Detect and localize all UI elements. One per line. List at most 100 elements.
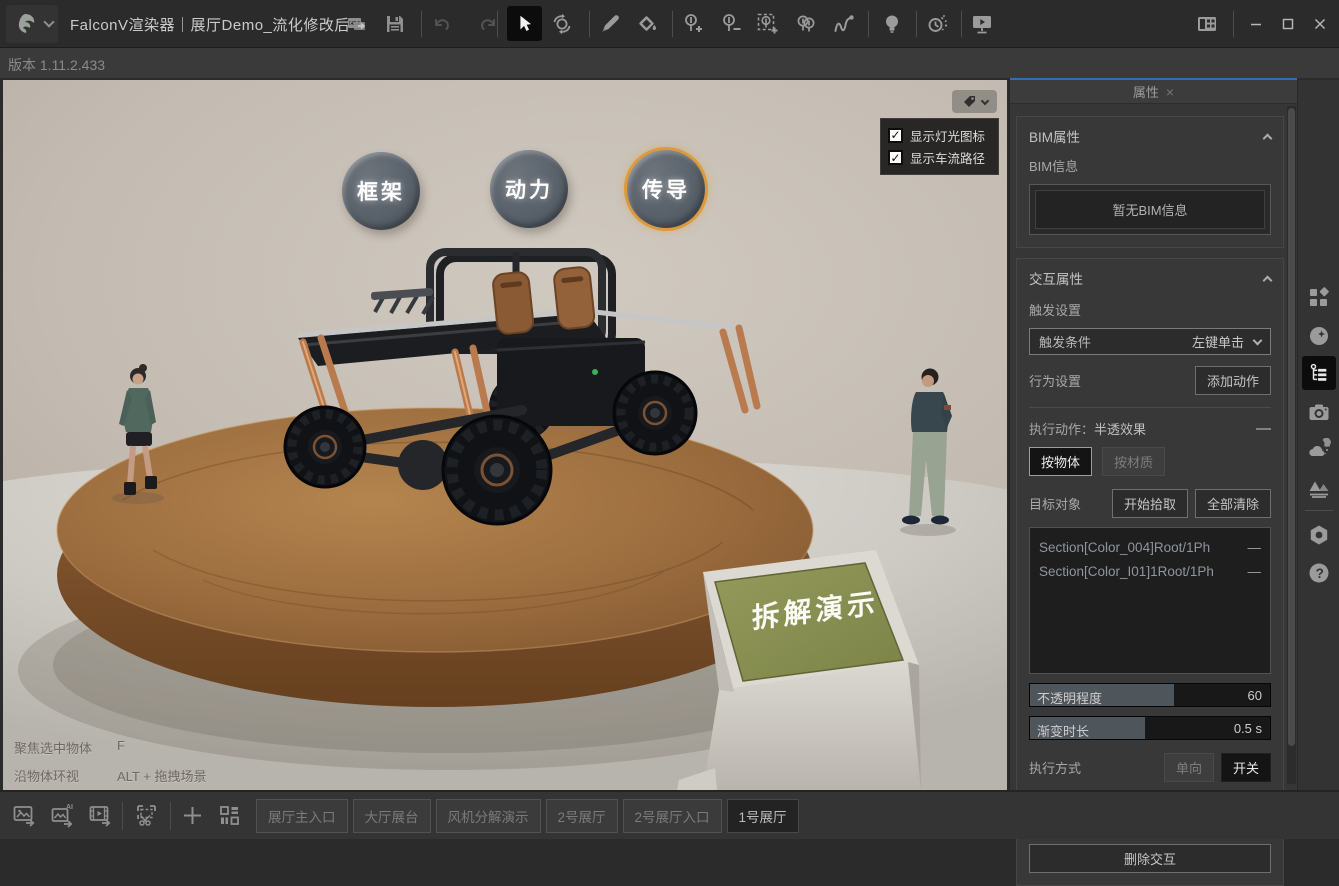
action-name: 半透效果 bbox=[1094, 422, 1146, 437]
clear-all-button[interactable]: 全部清除 bbox=[1195, 489, 1271, 518]
option-show-light-icons[interactable]: ✓ 显示灯光图标 bbox=[888, 126, 991, 145]
time-of-day-icon[interactable] bbox=[925, 12, 949, 36]
light-icon[interactable] bbox=[880, 12, 904, 36]
strip-divider bbox=[1305, 510, 1333, 511]
export-exe-icon[interactable]: EXE bbox=[345, 12, 369, 36]
save-icon[interactable] bbox=[383, 12, 407, 36]
toolbar-divider bbox=[589, 11, 590, 37]
export-image-icon[interactable] bbox=[12, 803, 37, 828]
presentation-icon[interactable] bbox=[970, 12, 994, 36]
bim-info-box: 暂无BIM信息 bbox=[1029, 184, 1271, 235]
collapse-chevron-icon[interactable] bbox=[1263, 275, 1273, 285]
tag-filter-button[interactable] bbox=[952, 90, 997, 113]
scene-outliner-button-active[interactable] bbox=[1302, 356, 1336, 390]
delete-interaction-button[interactable]: 删除交互 bbox=[1029, 844, 1271, 873]
vehicle-wheel bbox=[443, 416, 551, 524]
scrollbar-thumb[interactable] bbox=[1288, 108, 1295, 746]
mode-by-material-button[interactable]: 按材质 bbox=[1102, 447, 1165, 476]
remove-target-icon[interactable]: — bbox=[1248, 564, 1262, 579]
mode-by-object-button[interactable]: 按物体 bbox=[1029, 447, 1092, 476]
orbit-rotate-icon[interactable] bbox=[550, 12, 574, 36]
model-add-icon[interactable] bbox=[681, 12, 705, 36]
paint-bucket-icon[interactable] bbox=[635, 12, 659, 36]
toolbar-divider bbox=[1233, 11, 1234, 37]
trigger-condition-dropdown[interactable]: 触发条件 左键单击 bbox=[1029, 328, 1271, 355]
tab-close-icon[interactable]: × bbox=[1166, 84, 1174, 100]
view-button-fan-demo[interactable]: 风机分解演示 bbox=[436, 799, 541, 833]
model-batch-icon[interactable] bbox=[794, 12, 818, 36]
screenshot-crop-icon[interactable] bbox=[134, 803, 159, 828]
view-grid-icon[interactable] bbox=[217, 803, 242, 828]
select-tool-button[interactable] bbox=[507, 6, 542, 41]
target-list-item[interactable]: Section[Color_I01]1Root/1Ph — bbox=[1039, 559, 1261, 583]
tab-title: 属性 bbox=[1133, 82, 1159, 101]
collapse-action-button[interactable]: — bbox=[1256, 420, 1271, 437]
side-icon-strip: ? bbox=[1297, 80, 1339, 790]
collapse-chevron-icon[interactable] bbox=[1263, 133, 1273, 143]
target-list[interactable]: Section[Color_004]Root/1Ph — Section[Col… bbox=[1029, 527, 1271, 674]
opacity-slider[interactable]: 不透明程度 60 bbox=[1029, 683, 1271, 707]
viewport-3d[interactable]: 拆解演示 框架 动力 传导 ✓ 显示灯光图标 ✓ 显示车流路径 聚焦选中物体 F bbox=[3, 80, 1007, 790]
target-list-item[interactable]: Section[Color_004]Root/1Ph — bbox=[1039, 535, 1261, 559]
export-image-ai-icon[interactable]: AI bbox=[50, 803, 75, 828]
hint-action: 聚焦选中物体 bbox=[14, 738, 117, 757]
view-bookmark-bar: 展厅主入口 大厅展台 风机分解演示 2号展厅 2号展厅入口 1号展厅 bbox=[256, 799, 799, 833]
exec-toggle-button[interactable]: 开关 bbox=[1221, 753, 1271, 782]
bottom-bar: AI 展厅主入口 大厅展台 风机分解演示 2号展厅 2号展厅入口 1号展厅 bbox=[0, 790, 1339, 839]
add-action-button[interactable]: 添加动作 bbox=[1195, 366, 1271, 395]
checkbox-checked[interactable]: ✓ bbox=[888, 150, 903, 165]
view-button-hall2-entrance[interactable]: 2号展厅入口 bbox=[623, 799, 722, 833]
select-cursor-icon bbox=[514, 13, 536, 35]
section-title: BIM属性 bbox=[1029, 126, 1080, 146]
remove-target-icon[interactable]: — bbox=[1248, 540, 1262, 555]
maximize-button[interactable] bbox=[1274, 10, 1302, 38]
person-male[interactable] bbox=[900, 369, 956, 537]
settings-icon[interactable] bbox=[1307, 523, 1331, 547]
hotspot-label: 传导 bbox=[642, 174, 690, 204]
view-button-hall-stage[interactable]: 大厅展台 bbox=[353, 799, 431, 833]
option-show-traffic-path[interactable]: ✓ 显示车流路径 bbox=[888, 148, 991, 167]
view-button-hall2[interactable]: 2号展厅 bbox=[546, 799, 618, 833]
close-button[interactable] bbox=[1306, 10, 1334, 38]
toolbar-divider bbox=[961, 11, 962, 37]
help-icon[interactable]: ? bbox=[1307, 561, 1331, 585]
trigger-settings-label: 触发设置 bbox=[1029, 300, 1271, 319]
fade-duration-slider[interactable]: 渐变时长 0.5 s bbox=[1029, 716, 1271, 740]
bim-empty-text: 暂无BIM信息 bbox=[1035, 190, 1265, 229]
hotspot-disc-frame[interactable]: 框架 bbox=[342, 152, 420, 230]
checkbox-checked[interactable]: ✓ bbox=[888, 128, 903, 143]
hotspot-disc-transmission-selected[interactable]: 传导 bbox=[627, 150, 705, 228]
chevron-down-icon bbox=[980, 96, 988, 104]
panel-scrollbar[interactable] bbox=[1287, 106, 1296, 784]
components-icon[interactable] bbox=[1307, 286, 1331, 310]
pen-pick-icon[interactable] bbox=[598, 12, 622, 36]
titlebar: FalconV渲染器｜展厅Demo_流化修改后 EXE bbox=[0, 0, 1339, 48]
terrain-icon[interactable] bbox=[1307, 476, 1331, 500]
maximize-icon bbox=[1281, 17, 1295, 31]
hint-action: 沿物体环视 bbox=[14, 766, 117, 785]
undo-icon[interactable] bbox=[430, 12, 454, 36]
view-button-main-entrance[interactable]: 展厅主入口 bbox=[256, 799, 348, 833]
interaction-section-header[interactable]: 交互属性 bbox=[1029, 268, 1271, 288]
weather-icon[interactable] bbox=[1307, 438, 1331, 462]
camera-icon[interactable] bbox=[1307, 400, 1331, 424]
path-draw-icon[interactable] bbox=[832, 12, 856, 36]
export-video-icon[interactable] bbox=[88, 803, 113, 828]
model-area-add-icon[interactable] bbox=[756, 12, 780, 36]
vehicle-wheel bbox=[614, 372, 696, 454]
model-remove-icon[interactable] bbox=[719, 12, 743, 36]
pick-start-button[interactable]: 开始拾取 bbox=[1112, 489, 1188, 518]
environment-sphere-icon[interactable] bbox=[1307, 324, 1331, 348]
bim-section-header[interactable]: BIM属性 bbox=[1029, 126, 1271, 146]
app-menu-button[interactable] bbox=[6, 5, 58, 43]
add-view-icon[interactable] bbox=[180, 803, 205, 828]
app-menu-chevron-icon bbox=[43, 16, 54, 27]
exec-one-way-button[interactable]: 单向 bbox=[1164, 753, 1214, 782]
view-button-hall1-active[interactable]: 1号展厅 bbox=[727, 799, 799, 833]
hotspot-label: 动力 bbox=[505, 174, 553, 204]
tab-properties[interactable]: 属性 × bbox=[1010, 80, 1297, 104]
layout-panels-icon[interactable] bbox=[1195, 12, 1219, 36]
minimize-button[interactable] bbox=[1242, 10, 1270, 38]
target-name: Section[Color_I01]1Root/1Ph bbox=[1039, 564, 1244, 579]
hotspot-disc-power[interactable]: 动力 bbox=[490, 150, 568, 228]
